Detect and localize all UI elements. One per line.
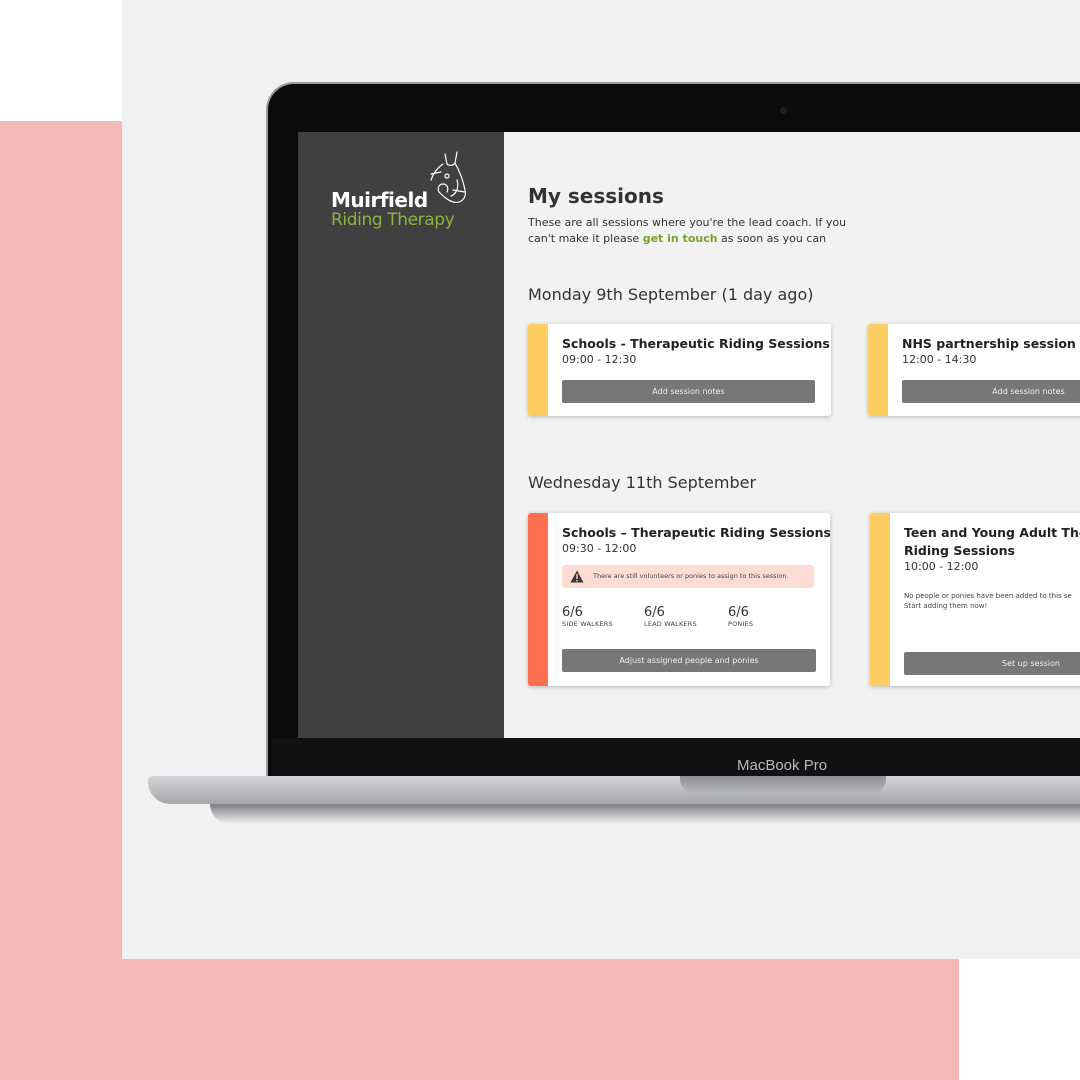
session-title: NHS partnership session 2 (902, 336, 1080, 351)
stat-label: LEAD WALKERS (644, 620, 697, 628)
status-stripe (528, 513, 548, 686)
status-stripe (868, 324, 888, 416)
session-card[interactable]: Schools - Therapeutic Riding Sessions 09… (528, 324, 831, 416)
laptop-base (148, 776, 1080, 804)
horse-head-icon (430, 151, 466, 203)
session-title: Schools – Therapeutic Riding Sessions (562, 525, 830, 540)
stat-label: SIDE WALKERS (562, 620, 613, 628)
sidebar: Muirfield Riding Therapy (298, 132, 504, 738)
laptop-chin (272, 738, 1080, 776)
session-card[interactable]: Schools – Therapeutic Riding Sessions 09… (528, 513, 830, 686)
day-heading: Wednesday 11th September (528, 473, 757, 492)
get-in-touch-link[interactable]: get in touch (643, 232, 718, 245)
session-time: 09:30 - 12:00 (562, 542, 637, 555)
session-card[interactable]: Teen and Young Adult Ther Riding Session… (870, 513, 1080, 686)
empty-session-note: No people or ponies have been added to t… (904, 592, 1072, 610)
session-title: Schools - Therapeutic Riding Sessions (562, 336, 830, 351)
stat-lead-walkers: 6/6 LEAD WALKERS (644, 605, 697, 628)
add-session-notes-button[interactable]: Add session notes (902, 380, 1080, 403)
main-content: My sessions These are all sessions where… (504, 132, 1080, 738)
laptop-notch (680, 776, 886, 793)
device-model-label: MacBook Pro (737, 757, 828, 774)
brand-tagline: Riding Therapy (331, 210, 455, 230)
brand-name: Muirfield (331, 188, 428, 212)
session-time: 10:00 - 12:00 (904, 560, 979, 573)
session-title: Teen and Young Adult Ther (904, 525, 1080, 540)
session-card[interactable]: NHS partnership session 2 12:00 - 14:30 … (868, 324, 1080, 416)
stat-value: 6/6 (728, 605, 749, 620)
stat-side-walkers: 6/6 SIDE WALKERS (562, 605, 613, 628)
session-time: 12:00 - 14:30 (902, 353, 977, 366)
add-session-notes-button[interactable]: Add session notes (562, 380, 815, 403)
stat-value: 6/6 (562, 605, 583, 620)
day-heading: Monday 9th September (1 day ago) (528, 285, 814, 304)
warning-text: There are still volunteers or ponies to … (593, 572, 789, 580)
laptop-shadow (210, 804, 1080, 824)
unassigned-warning: There are still volunteers or ponies to … (562, 565, 814, 588)
page-title: My sessions (528, 184, 664, 208)
status-stripe (870, 513, 890, 686)
stat-value: 6/6 (644, 605, 665, 620)
app-screen: Muirfield Riding Therapy My sessions The… (298, 132, 1080, 738)
session-time: 09:00 - 12:30 (562, 353, 637, 366)
adjust-assigned-button[interactable]: Adjust assigned people and ponies (562, 649, 816, 672)
warning-icon (570, 570, 584, 583)
camera-icon (780, 107, 787, 114)
session-title: Riding Sessions (904, 543, 1015, 558)
stat-label: PONIES (728, 620, 754, 628)
set-up-session-button[interactable]: Set up session (904, 652, 1080, 675)
status-stripe (528, 324, 548, 416)
intro-text: These are all sessions where you're the … (528, 216, 847, 245)
stat-ponies: 6/6 PONIES (728, 605, 753, 628)
